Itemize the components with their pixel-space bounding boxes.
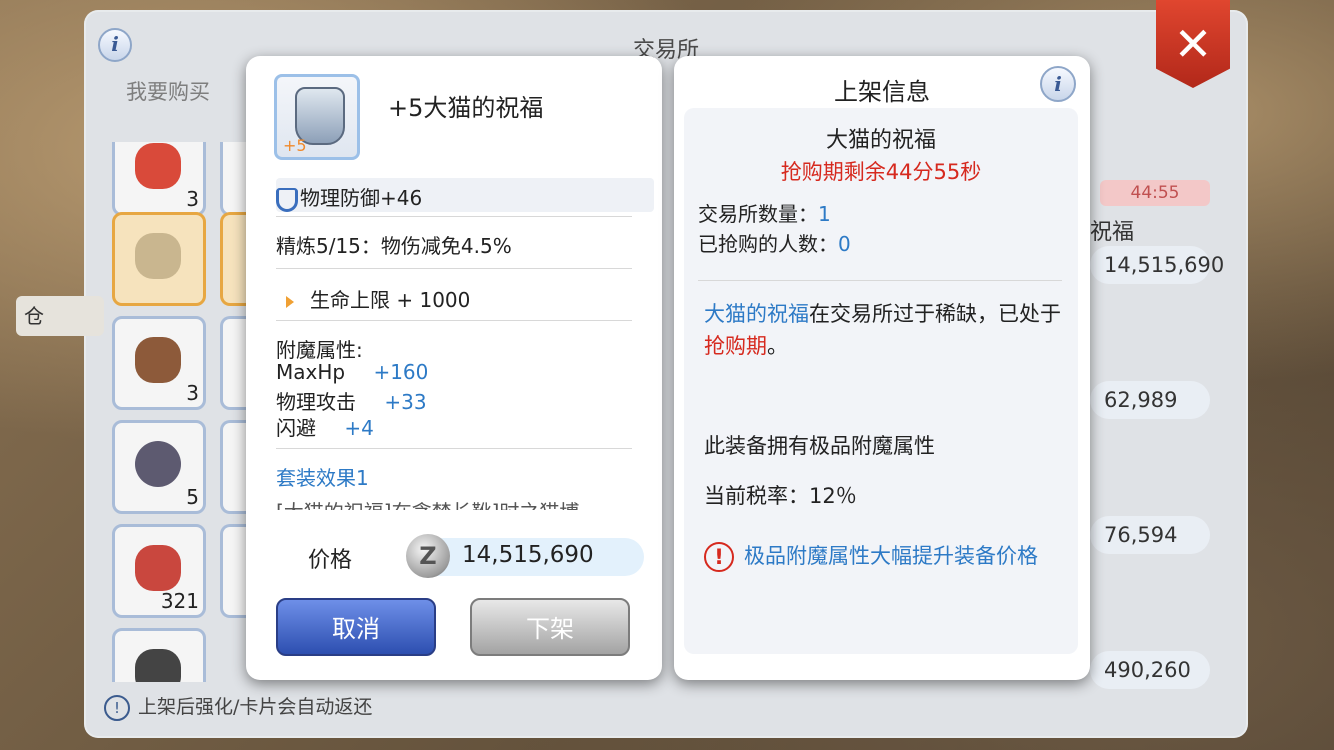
listing-price: 490,260 <box>1090 651 1210 689</box>
enchant-title: 附魔属性: <box>276 338 363 362</box>
scarce-item: 大猫的祝福 <box>704 302 809 326</box>
buyers-count: 已抢购的人数：0 <box>698 228 851 257</box>
refine-row: 精炼5/15：物伤减免4.5% <box>276 234 512 258</box>
info-icon: ! <box>104 694 130 721</box>
slot-count: 3 <box>186 381 199 405</box>
enchant-value: +4 <box>344 416 374 440</box>
buyers-label: 已抢购的人数： <box>698 232 838 256</box>
rush-timer: 抢购期剩余44分55秒 <box>780 160 982 184</box>
grid-slot[interactable] <box>112 628 206 682</box>
listing-info-title: 上架信息 <box>834 78 930 106</box>
branch-icon <box>135 337 181 383</box>
divider <box>276 216 632 217</box>
item-attributes: 物理防御+46 精炼5/15：物伤减免4.5% 生命上限 + 1000 附魔属性… <box>276 178 654 510</box>
scarcity-note: 大猫的祝福在交易所过于稀缺，已处于抢购期。 <box>704 298 1068 362</box>
set-effect-title: 套装效果1 <box>276 466 369 490</box>
grid-slot[interactable]: 321 <box>112 524 206 618</box>
premium-note: 此装备拥有极品附魔属性 <box>704 434 935 458</box>
slot-count: 5 <box>186 485 199 509</box>
qty-label: 交易所数量： <box>698 202 818 226</box>
info-icon[interactable]: i <box>1040 66 1076 102</box>
enchant-row: MaxHp +160 <box>276 360 428 384</box>
price-label: 价格 <box>308 548 353 573</box>
listing-price: 76,594 <box>1090 516 1210 554</box>
warning-icon: ! <box>704 542 734 572</box>
grid-slot[interactable]: 5 <box>112 420 206 514</box>
enchant-value: +160 <box>373 360 429 384</box>
warning-text: 极品附魔属性大幅提升装备价格 <box>744 544 1038 568</box>
divider <box>276 268 632 269</box>
grid-slot[interactable]: 3 <box>112 316 206 410</box>
listing-info-body: 大猫的祝福 抢购期剩余44分55秒 交易所数量：1 已抢购的人数：0 大猫的祝福… <box>684 108 1078 654</box>
phys-def-row: 物理防御+46 <box>276 182 422 212</box>
stone-icon <box>135 649 181 682</box>
listing-item-name: 祝福 <box>1090 220 1135 245</box>
enchant-row: 闪避 +4 <box>276 412 374 441</box>
item-icon: +5 <box>274 74 360 160</box>
enchant-label: 闪避 <box>276 416 316 440</box>
qty-value: 1 <box>818 202 831 226</box>
candy-icon <box>135 143 181 189</box>
price-warning: ! 极品附魔属性大幅提升装备价格 <box>704 540 1038 572</box>
cancel-button[interactable]: 取消 <box>276 598 436 656</box>
hp-bonus-text: 生命上限 + 1000 <box>310 288 471 312</box>
exchange-info-icon[interactable]: i <box>98 28 132 62</box>
divider <box>276 320 632 321</box>
divider <box>276 448 632 449</box>
bottom-note: ! 上架后强化/卡片会自动返还 <box>104 692 372 721</box>
feather-icon <box>135 545 181 591</box>
enchant-label: 物理攻击 <box>276 390 356 414</box>
disc-icon <box>135 441 181 487</box>
warehouse-side-button[interactable]: 仓 <box>16 296 104 336</box>
hp-bonus-row: 生命上限 + 1000 <box>286 284 470 313</box>
bottom-note-text: 上架后强化/卡片会自动返还 <box>138 696 373 718</box>
set-effect-desc: [大猫的祝福]在贪婪长靴]时之猫博 <box>276 496 579 510</box>
rope-icon <box>135 233 181 279</box>
grid-slot[interactable] <box>112 212 206 306</box>
scarce-end: 。 <box>767 334 788 358</box>
listing-price: 14,515,690 <box>1090 246 1224 284</box>
slot-count: 3 <box>186 187 199 211</box>
delist-button[interactable]: 下架 <box>470 598 630 656</box>
exchange-qty: 交易所数量：1 <box>698 198 831 227</box>
slot-count: 321 <box>160 589 199 613</box>
tax-rate: 当前税率：12％ <box>704 484 857 508</box>
arrow-right-icon <box>286 295 294 308</box>
item-grid: 3 3 5 321 <box>112 142 252 682</box>
enchant-label: MaxHp <box>276 360 346 384</box>
refine-badge: +5 <box>283 136 307 155</box>
listing-price: 62,989 <box>1090 381 1210 419</box>
scarce-mid: 在交易所过于稀缺，已处于 <box>809 302 1061 326</box>
listing-info-panel: 上架信息 i 大猫的祝福 抢购期剩余44分55秒 交易所数量：1 已抢购的人数：… <box>674 56 1090 680</box>
shield-icon <box>276 187 298 212</box>
phys-def-text: 物理防御+46 <box>300 186 423 210</box>
divider <box>698 280 1062 281</box>
item-detail-panel: +5 +5大猫的祝福 物理防御+46 精炼5/15：物伤减免4.5% 生命上限 … <box>246 56 662 680</box>
grid-slot[interactable]: 3 <box>112 142 206 216</box>
scarce-period: 抢购期 <box>704 334 767 358</box>
zeny-coin-icon: Z <box>406 534 450 578</box>
listing-item-name: 大猫的祝福 <box>825 128 936 153</box>
item-name: +5大猫的祝福 <box>388 94 544 122</box>
buyers-value: 0 <box>838 232 851 256</box>
tab-buy[interactable]: 我要购买 <box>126 76 210 106</box>
price-value: 14,515,690 <box>462 542 594 568</box>
enchant-value: +33 <box>384 390 427 414</box>
enchant-row: 物理攻击 +33 <box>276 386 427 415</box>
timer-badge: 44:55 <box>1100 180 1210 206</box>
